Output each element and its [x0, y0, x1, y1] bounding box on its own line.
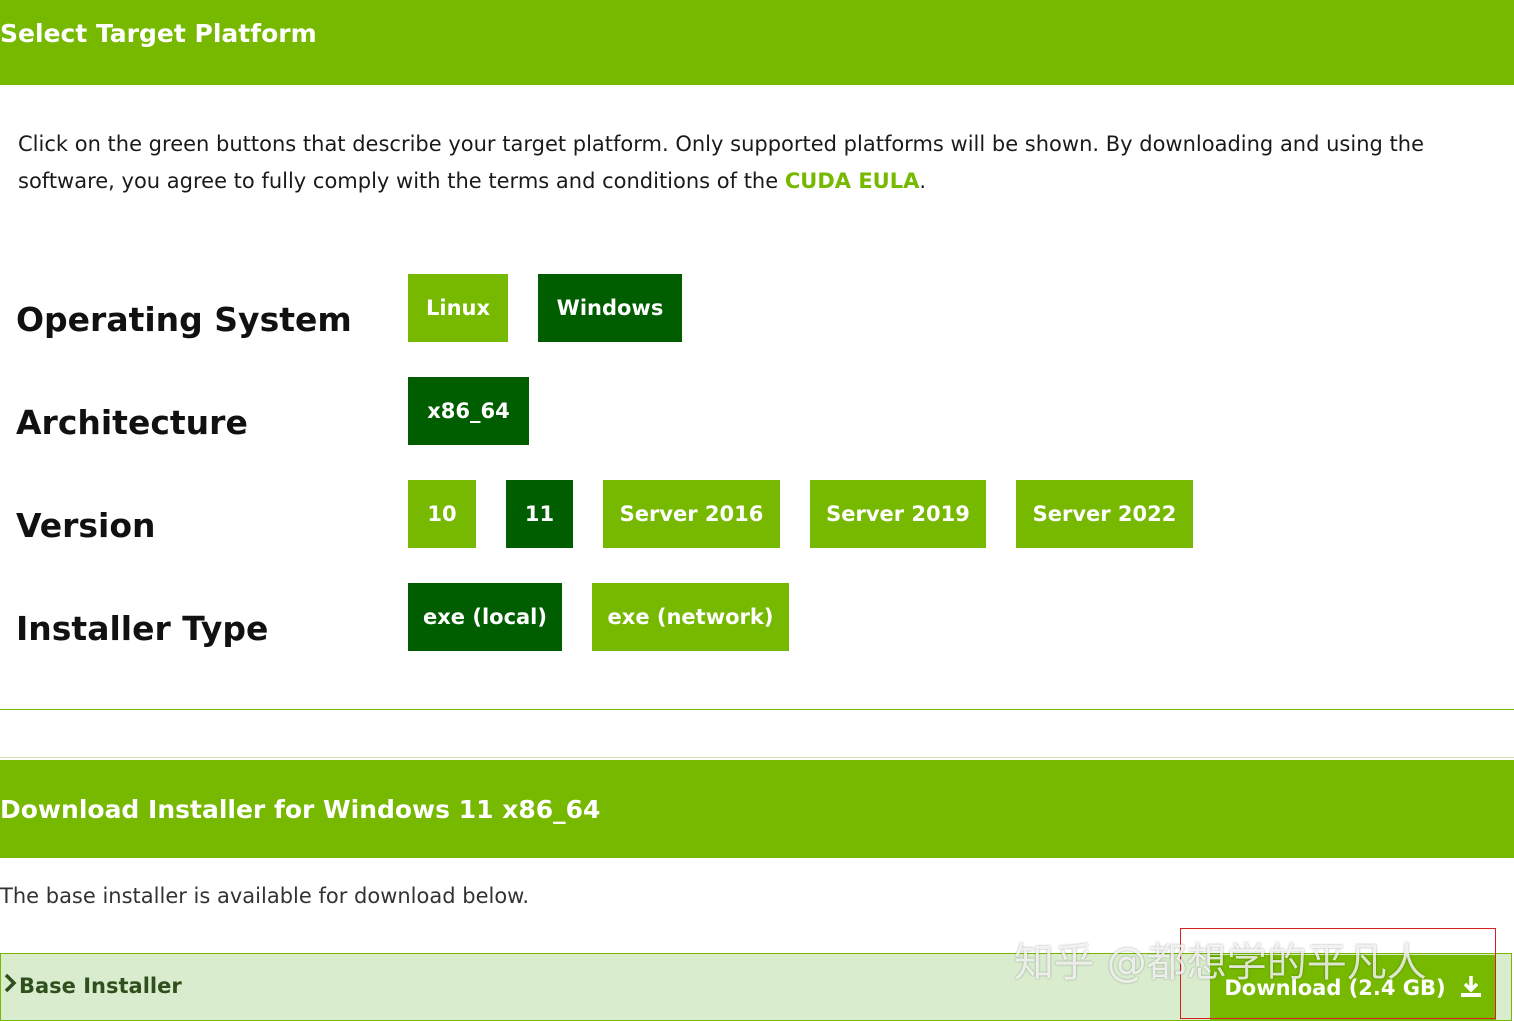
base-installer-label: Base Installer	[19, 973, 182, 998]
version-option-10[interactable]: 10	[408, 480, 476, 548]
download-header: Download Installer for Windows 11 x86_64	[0, 760, 1514, 858]
version-option-11[interactable]: 11	[506, 480, 573, 548]
intro-paragraph: Click on the green buttons that describe…	[18, 126, 1458, 200]
download-button[interactable]: Download (2.4 GB)	[1210, 955, 1496, 1021]
version-option-server-2016[interactable]: Server 2016	[603, 480, 780, 548]
installer-option-exe-network[interactable]: exe (network)	[592, 583, 789, 651]
version-option-server-2019[interactable]: Server 2019	[810, 480, 986, 548]
chevron-right-icon	[3, 972, 17, 999]
cuda-eula-link[interactable]: CUDA EULA	[785, 169, 920, 193]
architecture-label: Architecture	[16, 403, 248, 442]
select-platform-header: Select Target Platform	[0, 0, 1514, 85]
divider	[0, 709, 1514, 710]
intro-tail: .	[919, 169, 927, 193]
download-icon	[1460, 974, 1482, 1003]
divider	[0, 757, 1514, 758]
download-button-label: Download (2.4 GB)	[1224, 976, 1446, 1000]
download-note: The base installer is available for down…	[0, 884, 530, 908]
arch-option-x86-64[interactable]: x86_64	[408, 377, 529, 445]
os-option-windows[interactable]: Windows	[538, 274, 682, 342]
os-label: Operating System	[16, 300, 352, 339]
version-label: Version	[16, 506, 156, 545]
download-title: Download Installer for Windows 11 x86_64	[0, 794, 601, 824]
intro-text: Click on the green buttons that describe…	[18, 132, 1424, 193]
installer-type-label: Installer Type	[16, 609, 269, 648]
os-option-linux[interactable]: Linux	[408, 274, 508, 342]
base-installer-toggle[interactable]: Base Installer	[3, 972, 182, 999]
installer-option-exe-local[interactable]: exe (local)	[408, 583, 562, 651]
version-option-server-2022[interactable]: Server 2022	[1016, 480, 1193, 548]
page-title: Select Target Platform	[0, 19, 317, 48]
